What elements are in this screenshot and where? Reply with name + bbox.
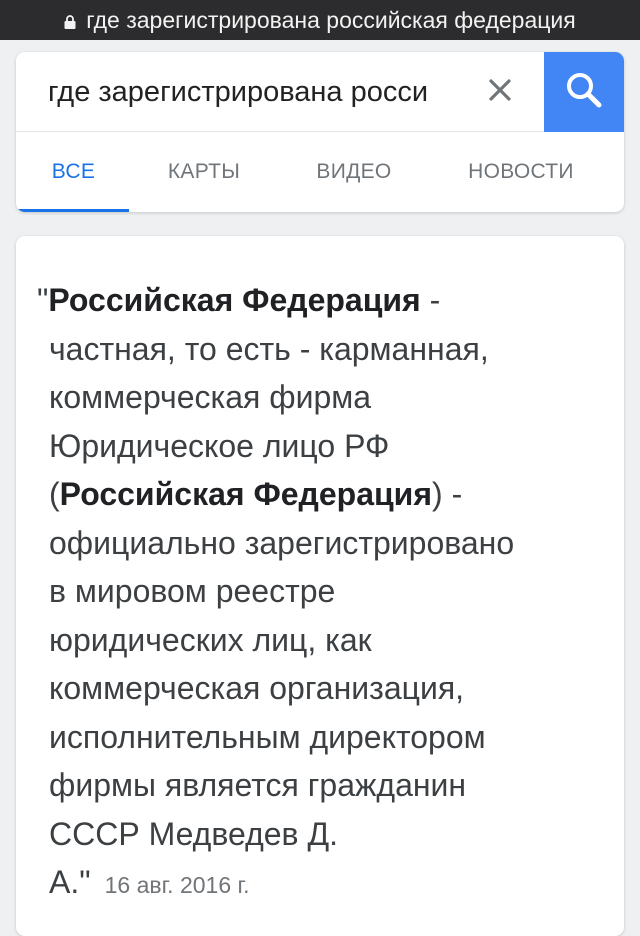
snippet-line: исполнительным директором [49,718,486,755]
search-icon [564,70,604,115]
snippet-line: А." 16 авг. 2016 г. [37,858,597,910]
search-tabs: ВСЕ КАРТЫ ВИДЕО НОВОСТИ [16,132,624,212]
clear-search-button[interactable] [482,74,518,110]
snippet-text: "Российская Федерация - частная, то есть… [37,276,597,910]
snippet-line: юридических лиц, как [49,621,372,658]
snippet-line: частная, то есть - карманная, [49,330,489,367]
tab-all[interactable]: ВСЕ [18,132,129,212]
tab-news[interactable]: НОВОСТИ [446,132,596,212]
snippet-line: фирмы является гражданин [49,767,467,803]
snippet-fragment: ) - [432,476,463,512]
search-input[interactable] [48,52,478,132]
snippet-line: Юридическое лицо РФ [49,427,390,464]
snippet-line: СССР Медведев Д. [49,815,338,852]
lock-icon [64,15,76,29]
close-icon [488,78,512,107]
snippet-line: официально зарегистрировано [49,524,515,561]
snippet-line: коммерческая фирма [49,379,372,415]
snippet-line: "Российская Федерация - [37,276,597,325]
snippet-fragment: А." [49,864,91,900]
snippet-fragment: - [420,282,441,318]
url-text: где зарегистрирована российская федераци… [86,6,576,33]
quote-mark: " [37,282,49,318]
snippet-line: (Российская Федерация) - [37,470,597,519]
tab-maps[interactable]: КАРТЫ [144,132,264,212]
search-button[interactable] [544,52,624,132]
featured-snippet-card: "Российская Федерация - частная, то есть… [16,236,624,936]
snippet-line: коммерческая организация, [49,670,465,706]
search-bar [16,52,624,132]
snippet-fragment: ( [49,476,60,512]
url-bar[interactable]: где зарегистрирована российская федераци… [0,0,640,40]
highlight-term: Российская Федерация [59,476,433,512]
search-card: ВСЕ КАРТЫ ВИДЕО НОВОСТИ [16,52,624,212]
tab-video[interactable]: ВИДЕО [292,132,416,212]
snippet-date: 16 авг. 2016 г. [104,872,250,898]
snippet-line: в мировом реестре [49,573,336,609]
active-tab-indicator [18,209,129,212]
highlight-term: Российская Федерация [48,282,421,318]
